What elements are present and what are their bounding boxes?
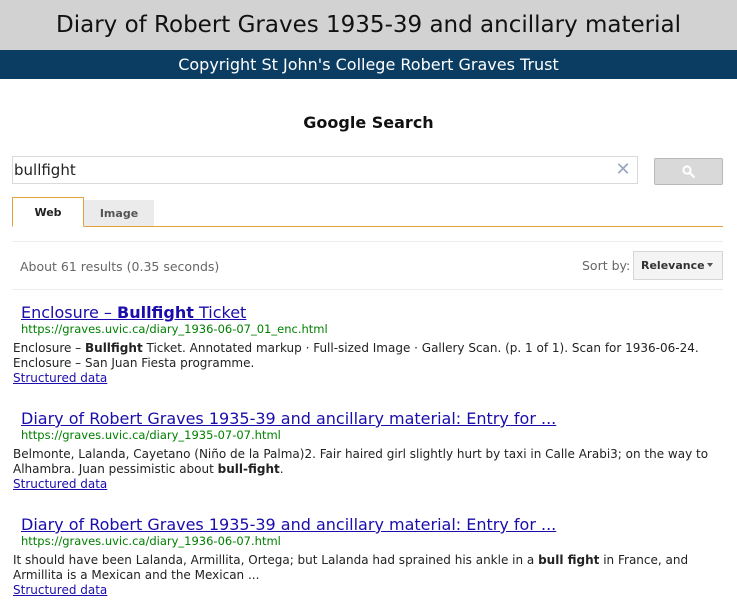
search-box[interactable]: ✕ <box>12 156 638 184</box>
search-result: Enclosure – Bullfight Ticket https://gra… <box>13 303 718 386</box>
search-result: Diary of Robert Graves 1935-39 and ancil… <box>13 515 718 598</box>
google-search-heading: Google Search <box>303 113 434 132</box>
tab-web-label: Web <box>34 205 62 219</box>
result-snippet: Belmonte, Lalanda, Cayetano (Niño de la … <box>13 447 709 476</box>
structured-data-link[interactable]: Structured data <box>13 477 718 492</box>
result-snippet: Enclosure – Bullfight Ticket. Annotated … <box>13 341 699 370</box>
tab-image[interactable]: Image <box>84 200 154 226</box>
result-title-link[interactable]: Diary of Robert Graves 1935-39 and ancil… <box>21 515 718 534</box>
sort-by-label: Sort by: <box>582 258 631 273</box>
result-title-link[interactable]: Enclosure – Bullfight Ticket <box>21 303 718 322</box>
copyright-text: Copyright St John's College Robert Grave… <box>178 55 559 74</box>
result-url: https://graves.uvic.ca/diary_1935-07-07.… <box>21 428 281 442</box>
divider <box>12 241 723 242</box>
result-title-link[interactable]: Diary of Robert Graves 1935-39 and ancil… <box>21 409 718 428</box>
tab-web[interactable]: Web <box>12 197 84 227</box>
divider <box>12 289 723 290</box>
chevron-down-icon <box>707 263 713 267</box>
result-snippet: It should have been Lalanda, Armillita, … <box>13 553 689 582</box>
search-result: Diary of Robert Graves 1935-39 and ancil… <box>13 409 718 492</box>
tab-image-label: Image <box>99 206 139 220</box>
search-tabs: Web Image <box>12 197 723 227</box>
result-count-info: About 61 results (0.35 seconds) <box>20 259 220 274</box>
structured-data-link[interactable]: Structured data <box>13 583 718 598</box>
close-icon[interactable]: ✕ <box>614 160 632 180</box>
copyright-bar: Copyright St John's College Robert Grave… <box>0 50 737 79</box>
sort-by-value: Relevance <box>641 259 705 272</box>
magnifier-icon <box>682 165 695 178</box>
result-url: https://graves.uvic.ca/diary_1936-06-07_… <box>21 322 328 336</box>
search-button[interactable] <box>654 158 723 185</box>
sort-by-select[interactable]: Relevance <box>633 251 723 280</box>
result-url: https://graves.uvic.ca/diary_1936-06-07.… <box>21 534 281 548</box>
structured-data-link[interactable]: Structured data <box>13 371 718 386</box>
site-title: Diary of Robert Graves 1935-39 and ancil… <box>56 12 681 38</box>
site-title-bar: Diary of Robert Graves 1935-39 and ancil… <box>0 0 737 50</box>
search-input[interactable] <box>13 157 609 183</box>
